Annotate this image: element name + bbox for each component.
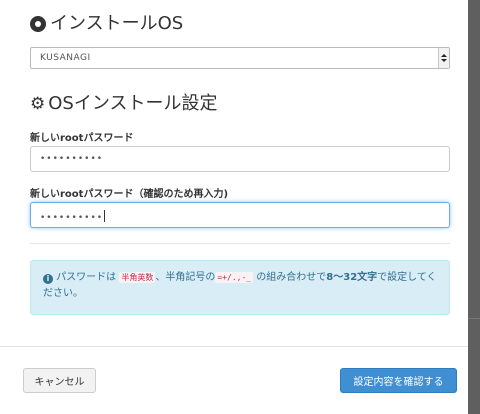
modal-body: インストールOS KUSANAGI ⚙ OSインストール設定 新しいrootパス… [0, 0, 468, 346]
os-settings-heading: ⚙ OSインストール設定 [30, 94, 217, 114]
alert-length: 8〜32文字 [326, 272, 378, 283]
root-password-input[interactable]: •••••••••• [30, 146, 450, 172]
gear-icon: ⚙ [30, 94, 46, 114]
root-password-label: 新しいrootパスワード [30, 133, 134, 144]
alert-code-alnum: 半角英数 [119, 272, 156, 283]
confirm-dots: •••••••••• [40, 213, 104, 223]
alert-text-3: の組み合わせで [256, 272, 327, 283]
alert-text-2: 、半角記号の [155, 272, 216, 283]
install-os-heading: インストールOS [30, 14, 183, 34]
root-password-confirm-label: 新しいrootパスワード（確認のため再入力) [30, 189, 229, 200]
os-select-value: KUSANAGI [40, 53, 91, 63]
root-password-confirm-input[interactable]: •••••••••• [30, 202, 450, 228]
alert-code-symbols: =+/.,-_ [215, 272, 254, 283]
install-os-title: インストールOS [50, 13, 184, 34]
modal-dialog: インストールOS KUSANAGI ⚙ OSインストール設定 新しいrootパス… [0, 0, 468, 414]
info-icon: i [43, 274, 53, 284]
confirm-settings-button[interactable]: 設定内容を確認する [340, 368, 457, 393]
divider [30, 243, 450, 244]
os-select[interactable]: KUSANAGI [30, 47, 450, 69]
password-rule-alert: i パスワードは 半角英数 、半角記号の =+/.,-_ の組み合わせで8〜32文字… [30, 260, 450, 315]
disc-icon [30, 16, 46, 32]
text-caret [104, 210, 106, 222]
cancel-button[interactable]: キャンセル [23, 368, 96, 393]
os-settings-title: OSインストール設定 [48, 93, 218, 114]
root-password-value: •••••••••• [40, 154, 104, 164]
root-password-confirm-value: •••••••••• [40, 210, 106, 223]
alert-text-1: パスワードは [56, 272, 117, 283]
select-arrows-icon[interactable] [438, 48, 449, 68]
